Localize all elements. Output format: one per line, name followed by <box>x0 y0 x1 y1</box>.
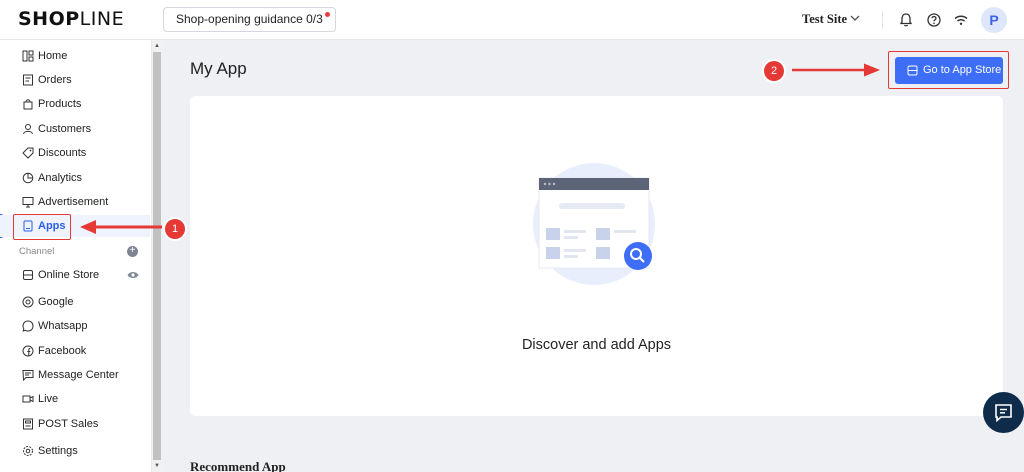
sidebar-item-analytics[interactable]: Analytics <box>0 167 150 189</box>
sidebar-item-label: Live <box>38 393 59 405</box>
annotation-badge-2: 2 <box>764 61 784 81</box>
sidebar-item-facebook[interactable]: Facebook <box>0 340 150 362</box>
pos-icon <box>23 418 33 430</box>
shop-opening-guidance-button[interactable]: Shop-opening guidance 0/3 <box>163 7 336 32</box>
wifi-icon[interactable] <box>952 11 970 29</box>
recommend-app-heading: Recommend App <box>190 459 286 472</box>
sidebar-item-label: Discounts <box>38 147 87 159</box>
sidebar-item-label: Products <box>38 98 82 110</box>
sidebar-item-whatsapp[interactable]: Whatsapp <box>0 315 150 337</box>
products-icon <box>23 99 33 110</box>
store-button-label: Go to App Store <box>923 64 1002 76</box>
empty-state-message: Discover and add Apps <box>521 337 672 353</box>
orders-icon <box>23 74 33 86</box>
avatar[interactable]: P <box>981 7 1007 33</box>
channel-section-label: Channel <box>19 246 55 257</box>
store-icon <box>23 270 33 280</box>
shopline-logo[interactable]: SHOPLINE <box>18 8 124 30</box>
sidebar-item-customers[interactable]: Customers <box>0 118 150 140</box>
message-icon <box>22 370 34 381</box>
discount-tag-icon <box>22 147 34 159</box>
sidebar-item-label: Google <box>38 296 74 308</box>
sidebar-item-post-sales[interactable]: POST Sales <box>0 413 150 435</box>
site-selector[interactable]: Test Site <box>802 12 847 27</box>
chevron-down-icon[interactable] <box>849 12 861 24</box>
scrollbar-thumb[interactable] <box>153 52 161 460</box>
whatsapp-icon <box>22 320 34 332</box>
chat-icon <box>995 404 1012 422</box>
app-store-icon <box>907 65 918 76</box>
sidebar-item-label: Facebook <box>38 345 87 357</box>
sidebar-item-orders[interactable]: Orders <box>0 69 150 91</box>
sidebar-item-label: Analytics <box>38 172 83 184</box>
sidebar-item-label: Online Store <box>38 269 100 281</box>
header-divider <box>882 11 883 29</box>
sidebar-item-home[interactable]: Home <box>0 45 150 67</box>
empty-apps-illustration <box>533 163 655 285</box>
facebook-icon <box>22 345 34 357</box>
guidance-label: Shop-opening guidance 0/3 <box>176 12 323 26</box>
sidebar-item-discounts[interactable]: Discounts <box>0 142 150 164</box>
sidebar-item-google[interactable]: Google <box>0 291 150 313</box>
apps-highlight-box <box>13 214 71 240</box>
sidebar-item-message-center[interactable]: Message Center <box>0 364 150 386</box>
google-icon <box>22 296 34 308</box>
top-bar: SHOPLINE Shop-opening guidance 0/3 Test … <box>0 0 1024 40</box>
page-title: My App <box>190 59 247 78</box>
sidebar-item-label: Message Center <box>38 369 119 381</box>
sidebar-item-products[interactable]: Products <box>0 93 150 115</box>
bell-icon[interactable] <box>897 11 915 29</box>
customers-icon <box>23 124 33 135</box>
scroll-up-arrow-icon[interactable]: ▲ <box>153 42 161 50</box>
scroll-down-arrow-icon[interactable]: ▼ <box>153 462 161 470</box>
analytics-icon <box>22 172 34 184</box>
go-to-app-store-button[interactable]: Go to App Store <box>895 57 1003 84</box>
notification-dot <box>324 12 330 17</box>
sidebar-item-label: Home <box>38 50 68 62</box>
annotation-badge-1: 1 <box>165 219 185 239</box>
sidebar-item-label: Customers <box>38 123 92 135</box>
sidebar-item-advertisement[interactable]: Advertisement <box>0 191 150 213</box>
advertisement-icon <box>22 197 34 208</box>
annotation-arrow-left <box>80 220 162 234</box>
sidebar-item-label: Advertisement <box>38 196 109 208</box>
sidebar-item-label: Settings <box>38 445 78 457</box>
sidebar: Home Orders Products Customers Discounts… <box>0 40 152 472</box>
annotation-arrow-right <box>792 63 880 77</box>
sidebar-item-label: Whatsapp <box>38 320 88 332</box>
eye-icon[interactable] <box>127 269 139 281</box>
help-icon[interactable] <box>925 11 943 29</box>
home-icon <box>22 50 34 62</box>
add-channel-button[interactable]: + <box>127 246 138 257</box>
sidebar-item-live[interactable]: Live <box>0 388 150 410</box>
chat-support-button[interactable] <box>983 392 1024 433</box>
sidebar-item-settings[interactable]: Settings <box>0 440 150 462</box>
settings-gear-icon <box>23 446 33 456</box>
sidebar-item-label: POST Sales <box>38 418 99 430</box>
sidebar-item-label: Orders <box>38 74 72 86</box>
live-icon <box>22 395 34 403</box>
